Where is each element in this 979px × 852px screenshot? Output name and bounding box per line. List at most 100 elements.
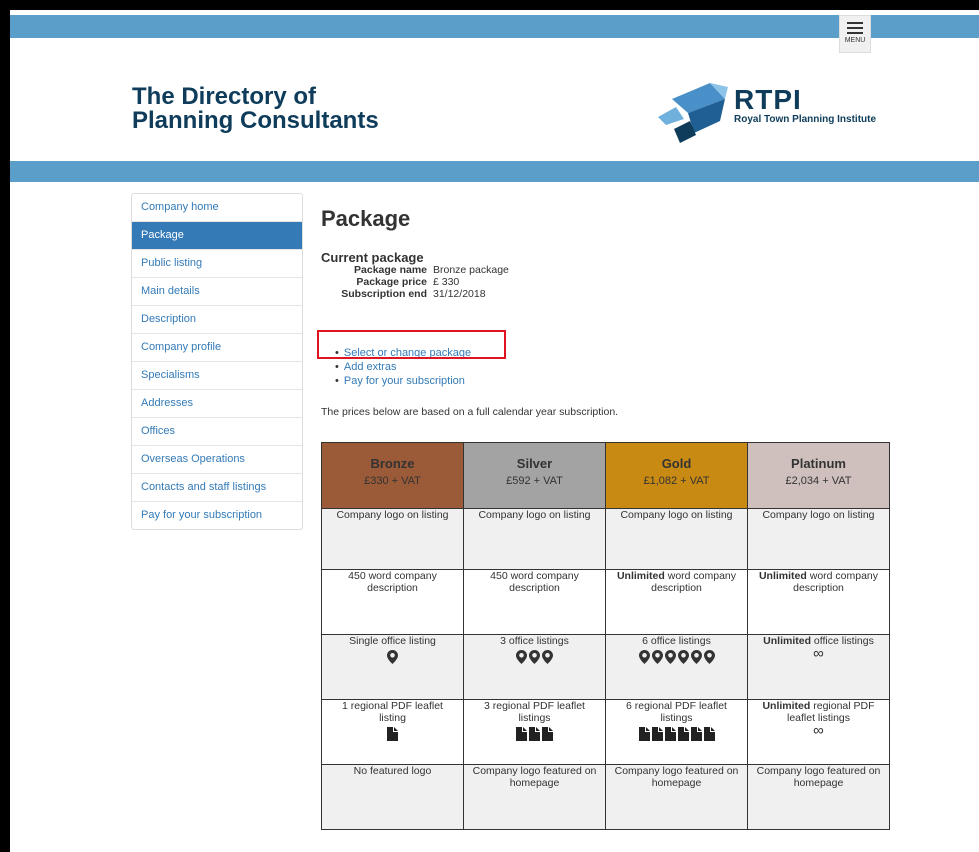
feature-cell: Unlimited word company description <box>747 569 890 635</box>
map-pin-icon <box>529 650 540 664</box>
feature-cell: 450 word company description <box>463 569 606 635</box>
feature-label: 3 office listings <box>500 635 569 647</box>
feature-text: 450 word company description <box>470 570 599 594</box>
package-header-silver: Silver £592 + VAT <box>463 442 606 509</box>
site-title-line1: The Directory of <box>132 83 317 110</box>
sidebar-nav: Company home Package Public listing Main de… <box>131 193 303 530</box>
feature-text: Company logo on listing <box>328 509 457 521</box>
info-row: Package price £ 330 <box>321 276 509 288</box>
map-pin-icon <box>703 650 715 664</box>
menu-label: MENU <box>844 37 866 44</box>
document-icon <box>516 727 527 741</box>
package-price: £592 + VAT <box>506 475 563 487</box>
sidebar-item-company-profile[interactable]: Company profile <box>132 333 302 361</box>
feature-label: Company logo featured on homepage <box>756 765 881 789</box>
sidebar-item-company-home[interactable]: Company home <box>132 194 302 221</box>
sidebar-item-public-listing[interactable]: Public listing <box>132 249 302 277</box>
feature-label: Company logo on listing <box>478 509 591 521</box>
rtpi-name: RTPI <box>734 84 802 115</box>
document-icon <box>542 727 553 741</box>
feature-cell: 1 regional PDF leaflet listing <box>321 699 464 765</box>
feature-row-offices: Single office listing 3 office listings 6 … <box>321 634 890 700</box>
infinity-icon: ∞ <box>813 722 824 739</box>
feature-emphasis: Unlimited <box>616 570 665 582</box>
feature-cell: 6 regional PDF leaflet listings <box>605 699 748 765</box>
sidebar-item-package[interactable]: Package <box>132 221 302 249</box>
info-label: Subscription end <box>341 288 427 300</box>
document-icon <box>677 727 689 741</box>
site-title-line2: Planning Consultants <box>132 107 379 134</box>
sidebar-item-main-details[interactable]: Main details <box>132 277 302 305</box>
menu-button[interactable]: MENU <box>839 15 871 53</box>
feature-cell: Company logo on listing <box>747 508 890 570</box>
package-name: Gold <box>661 456 692 471</box>
sidebar-item-contacts-and-staff-listings[interactable]: Contacts and staff listings <box>132 473 302 501</box>
feature-text: Single office listing <box>328 635 457 647</box>
feature-cell: Company logo on listing <box>321 508 464 570</box>
action-item: Add extras <box>335 360 471 374</box>
map-pin-icon <box>651 650 663 664</box>
package-price: £1,082 + VAT <box>643 475 710 487</box>
package-price: £330 + VAT <box>364 475 421 487</box>
feature-text: Company logo on listing <box>754 509 883 521</box>
info-label: Package price <box>356 276 427 288</box>
feature-label: 1 regional PDF leaflet listing <box>342 700 443 724</box>
rtpi-logo[interactable]: RTPI Royal Town Planning Institute <box>650 77 890 147</box>
page-title: Package <box>321 206 411 231</box>
feature-cell: 450 word company description <box>321 569 464 635</box>
sidebar-item-addresses[interactable]: Addresses <box>132 389 302 417</box>
rtpi-subtitle: Royal Town Planning Institute <box>734 114 877 125</box>
feature-label: word company description <box>793 570 879 594</box>
info-value: Bronze package <box>433 264 509 276</box>
pricing-note: The prices below are based on a full cal… <box>321 406 619 418</box>
sidebar-item-offices[interactable]: Offices <box>132 417 302 445</box>
feature-cell: Single office listing <box>321 634 464 700</box>
info-value: 31/12/2018 <box>433 288 486 300</box>
feature-cell: 6 office listings <box>605 634 748 700</box>
info-label: Package name <box>354 264 427 276</box>
map-pin-icon <box>677 650 689 664</box>
info-row: Package name Bronze package <box>321 264 509 276</box>
sidebar-item-specialisms[interactable]: Specialisms <box>132 361 302 389</box>
feature-icons <box>328 727 457 742</box>
feature-cell: Company logo on listing <box>605 508 748 570</box>
highlight-box <box>317 330 506 359</box>
feature-cell: Company logo on listing <box>463 508 606 570</box>
rtpi-emblem-icon <box>658 83 728 143</box>
feature-label: 450 word company description <box>348 570 437 594</box>
feature-label: 6 office listings <box>642 635 711 647</box>
feature-cell: No featured logo <box>321 764 464 830</box>
feature-icons <box>470 727 599 742</box>
document-icon <box>690 727 702 741</box>
feature-text: 1 regional PDF leaflet listing <box>328 700 457 724</box>
map-pin-icon <box>664 650 676 664</box>
feature-icons <box>612 650 741 665</box>
sidebar-item-description[interactable]: Description <box>132 305 302 333</box>
map-pin-icon <box>516 650 527 664</box>
feature-label: Company logo featured on homepage <box>614 765 739 789</box>
add-extras-link[interactable]: Add extras <box>344 361 397 373</box>
package-comparison-table: Bronze £330 + VAT Silver £592 + VAT Gold £1,0… <box>321 442 890 830</box>
feature-row-leaflets: 1 regional PDF leaflet listing 3 regional… <box>321 699 890 765</box>
feature-text: 450 word company description <box>328 570 457 594</box>
feature-emphasis: Unlimited <box>763 635 811 647</box>
top-bar <box>10 15 979 38</box>
hamburger-icon <box>847 22 863 34</box>
document-icon <box>638 727 650 741</box>
package-name: Bronze <box>370 456 415 471</box>
rtpi-logo-text: RTPI Royal Town Planning Institute <box>734 84 877 126</box>
info-row: Subscription end 31/12/2018 <box>321 288 509 300</box>
pay-for-your-subscription-link[interactable]: Pay for your subscription <box>344 375 465 387</box>
package-info: Package name Bronze package Package price £… <box>321 264 509 300</box>
feature-label: Company logo on listing <box>620 509 733 521</box>
feature-emphasis: Unlimited <box>762 700 811 712</box>
map-pin-icon <box>542 650 553 664</box>
sidebar-item-pay-for-your-subscription[interactable]: Pay for your subscription <box>132 501 302 529</box>
feature-label: Company logo featured on homepage <box>472 765 597 789</box>
site-title[interactable]: The Directory of Planning Consultants <box>132 85 379 133</box>
feature-icons <box>328 650 457 665</box>
feature-row-logo: Company logo on listing Company logo on l… <box>321 508 890 570</box>
sidebar-item-overseas-operations[interactable]: Overseas Operations <box>132 445 302 473</box>
feature-cell: Unlimited office listings ∞ <box>747 634 890 700</box>
feature-text: Unlimited word company description <box>754 570 883 594</box>
